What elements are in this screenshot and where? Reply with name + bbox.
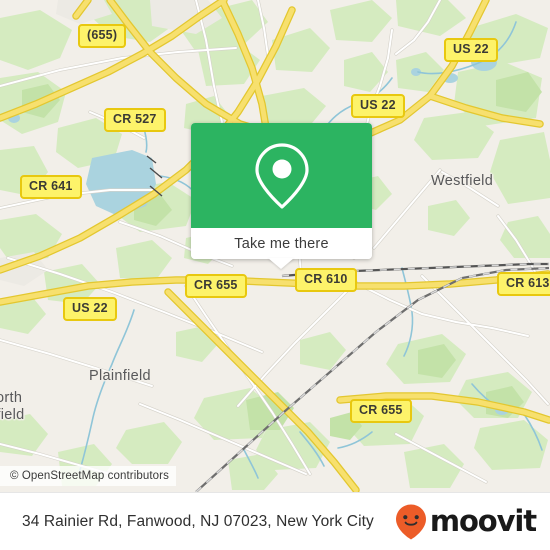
road-shield: CR 613 bbox=[497, 272, 550, 296]
moovit-logo[interactable]: moovit bbox=[394, 503, 537, 541]
road-shield: CR 527 bbox=[104, 108, 166, 132]
take-me-there-label: Take me there bbox=[234, 235, 329, 252]
road-shield: CR 655 bbox=[185, 274, 247, 298]
address-label: 34 Rainier Rd, Fanwood, NJ 07023, New Yo… bbox=[22, 512, 374, 530]
moovit-pin-icon bbox=[395, 504, 426, 539]
osm-attribution[interactable]: © OpenStreetMap contributors bbox=[0, 466, 176, 486]
moovit-wordmark: moovit bbox=[429, 504, 537, 538]
road-shield: CR 655 bbox=[350, 399, 412, 423]
road-shield: US 22 bbox=[63, 297, 117, 321]
road-shield: CR 610 bbox=[295, 268, 357, 292]
moovit-map-screen: (655) CR 527 CR 641 US 22 US 22 US 22 CR… bbox=[0, 0, 550, 550]
map-canvas[interactable]: (655) CR 527 CR 641 US 22 US 22 US 22 CR… bbox=[0, 0, 550, 492]
place-label-westfield: Westfield bbox=[431, 173, 494, 189]
popup-pointer-tail bbox=[268, 258, 294, 269]
popup-action-bar[interactable]: Take me there bbox=[191, 228, 372, 259]
take-me-there-popup[interactable]: Take me there bbox=[191, 123, 372, 269]
place-label-north-plainfield-line1: orth bbox=[0, 390, 23, 406]
road-shield: US 22 bbox=[444, 38, 498, 62]
road-shield: (655) bbox=[78, 24, 127, 48]
road-shield: CR 641 bbox=[20, 175, 82, 199]
osm-attribution-text: © OpenStreetMap contributors bbox=[10, 470, 169, 482]
place-label-plainfield: Plainfield bbox=[89, 368, 151, 384]
popup-icon-panel bbox=[191, 123, 372, 228]
map-pin-icon bbox=[254, 142, 309, 209]
road-shield: US 22 bbox=[351, 94, 405, 118]
place-label-north-plainfield-line2: nfield bbox=[0, 407, 25, 423]
bottom-info-bar: 34 Rainier Rd, Fanwood, NJ 07023, New Yo… bbox=[0, 492, 550, 550]
